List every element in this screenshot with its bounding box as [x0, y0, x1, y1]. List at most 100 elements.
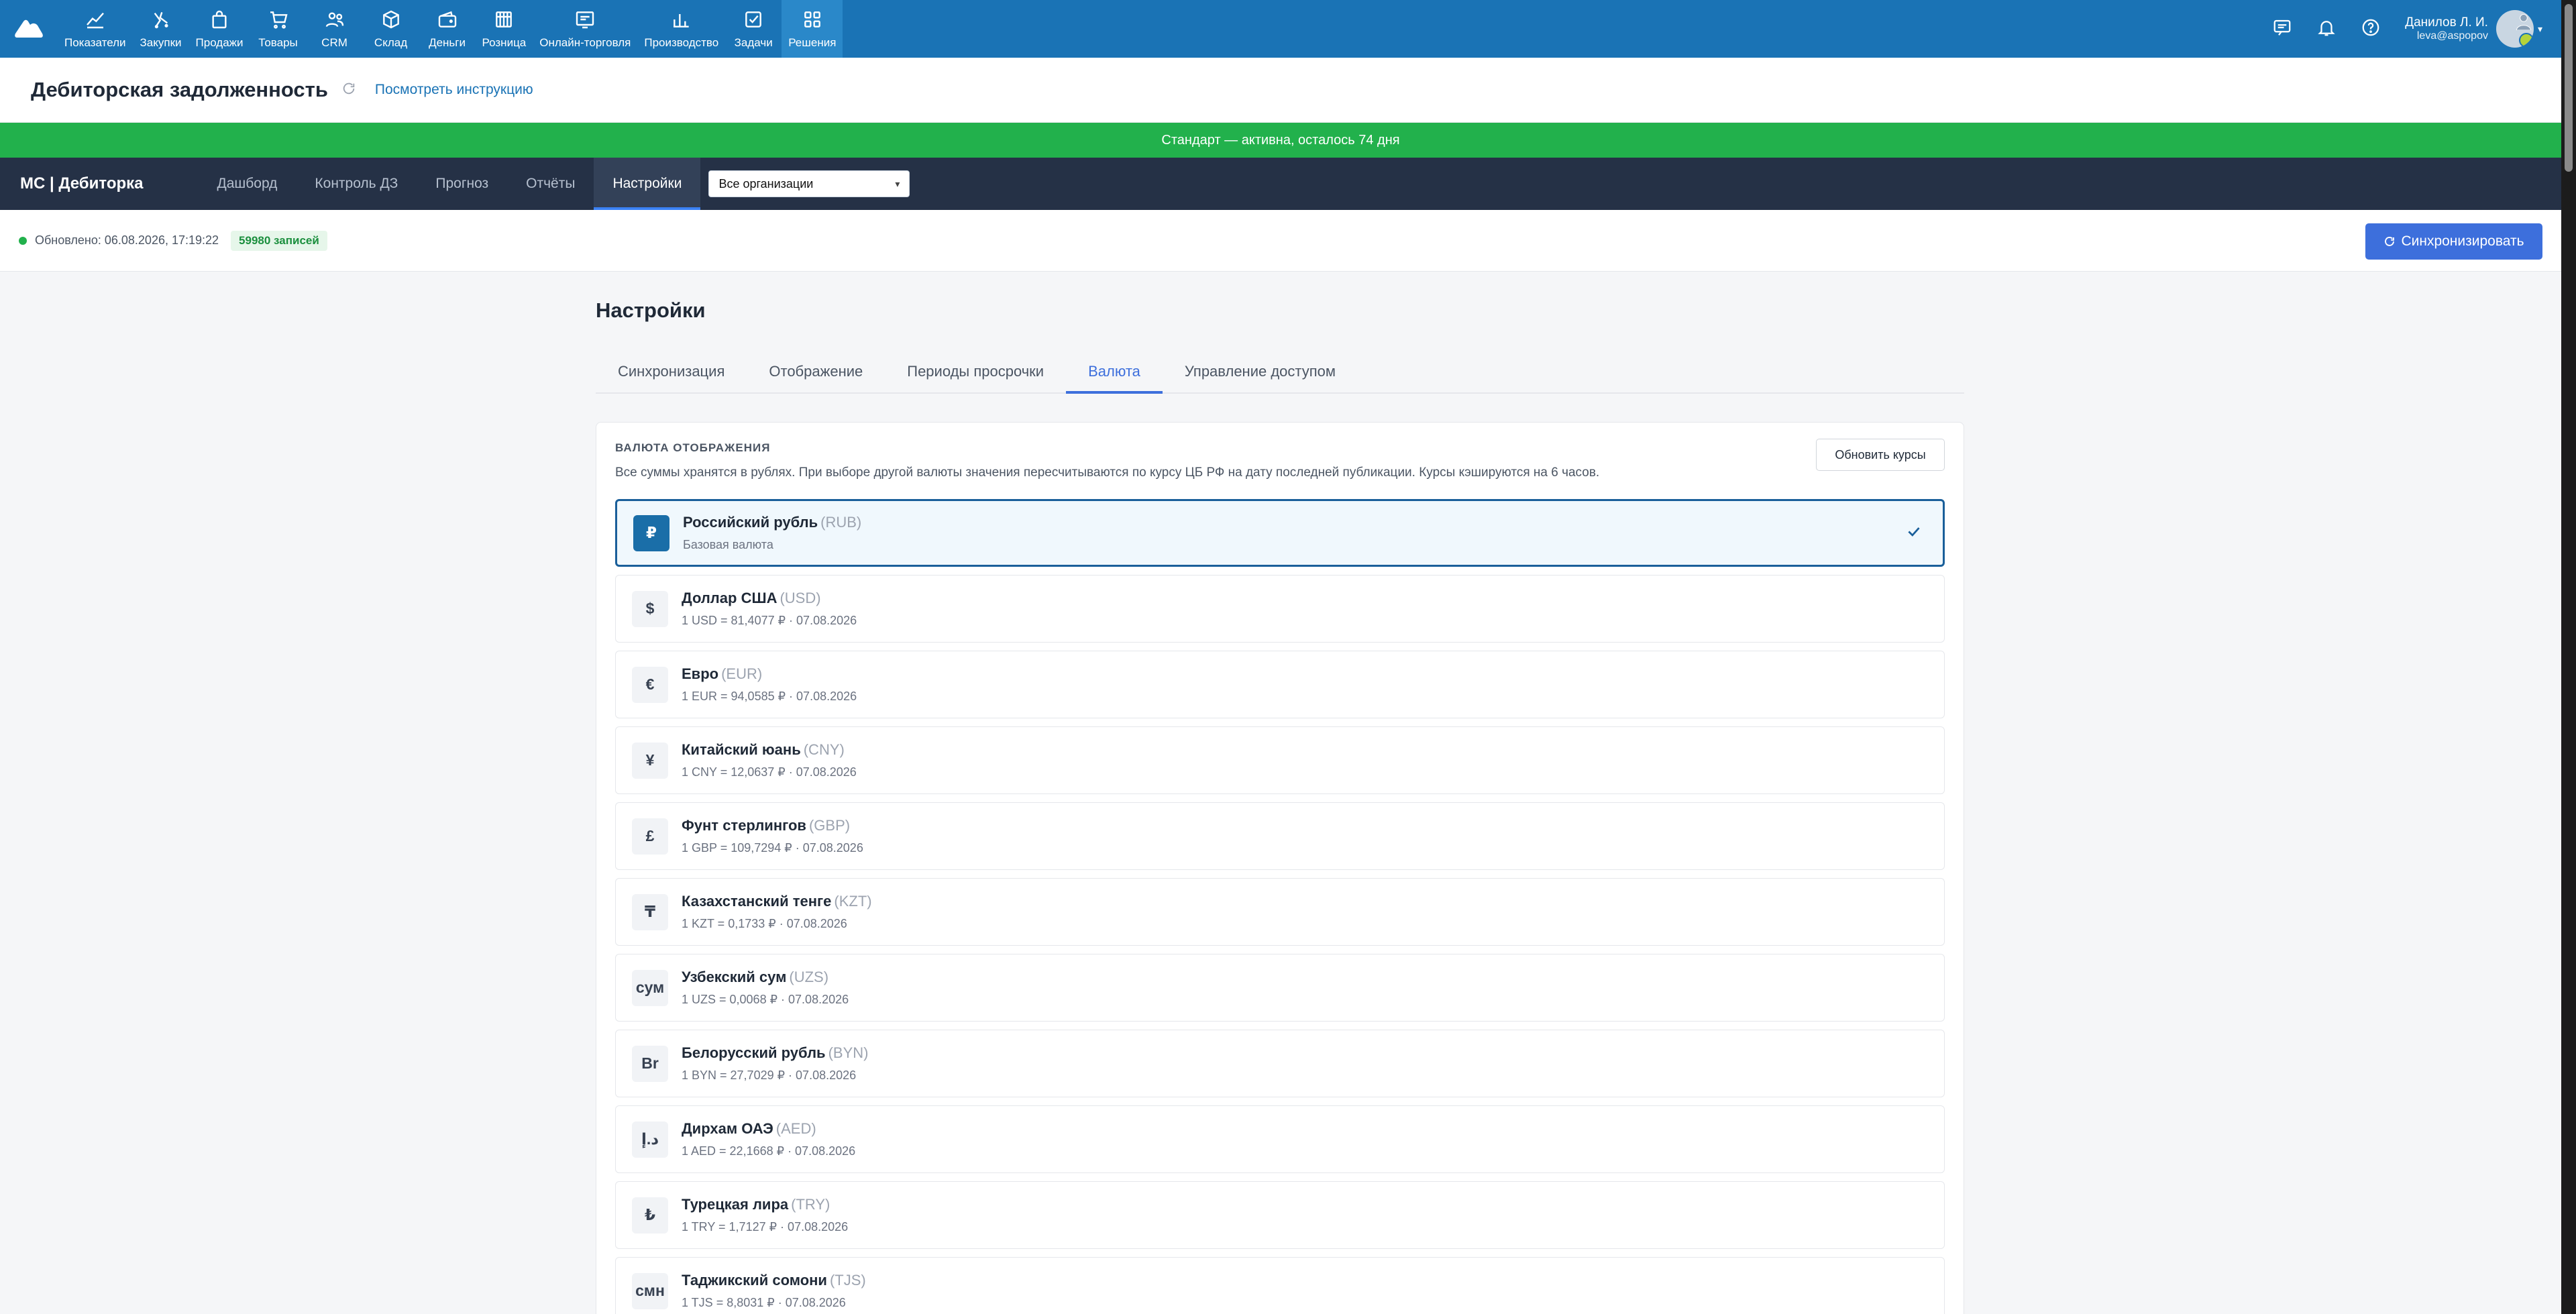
currency-name: Казахстанский тенге [682, 893, 832, 910]
settings-tab[interactable]: Валюта [1066, 351, 1163, 394]
organization-select-value: Все организации [718, 176, 814, 190]
nav-item-4[interactable]: CRM [307, 0, 363, 58]
currency-option[interactable]: € Евро (EUR) 1 EUR = 94,0585 ₽ · 07.08.2026 [615, 651, 1945, 718]
currency-symbol: £ [632, 818, 668, 855]
currency-rate: 1 AED = 22,1668 ₽ · 07.08.2026 [682, 1144, 856, 1158]
user-menu[interactable]: Данилов Л. И. leva@aspopov ▾ [2405, 10, 2542, 48]
scrollbar-thumb[interactable] [2565, 4, 2573, 172]
store-icon [493, 9, 515, 34]
currency-name: Дирхам ОАЭ [682, 1120, 773, 1137]
currency-code: (RUB) [820, 514, 862, 531]
nav-item-label: Решения [788, 36, 837, 49]
app-tab[interactable]: Отчёты [507, 158, 594, 210]
avatar[interactable] [2496, 10, 2534, 48]
currency-option[interactable]: смн Таджикский сомони (TJS) 1 TJS = 8,8031 … [615, 1257, 1945, 1314]
bag-icon [209, 9, 230, 34]
settings-tab[interactable]: Управление доступом [1163, 351, 1358, 392]
currency-name: Евро [682, 665, 719, 682]
currency-option[interactable]: ₺ Турецкая лира (TRY) 1 TRY = 1,7127 ₽ · 07… [615, 1181, 1945, 1249]
organization-select[interactable]: Все организации ▾ [708, 170, 910, 197]
nav-item-10[interactable]: Задачи [725, 0, 782, 58]
currency-code: (EUR) [721, 665, 763, 682]
currency-name-line: Дирхам ОАЭ (AED) [682, 1120, 855, 1138]
cart-icon [268, 9, 289, 34]
nav-item-label: Продажи [195, 36, 244, 49]
sync-icon [2385, 237, 2395, 246]
chevron-down-icon: ▾ [2537, 23, 2542, 34]
help-icon[interactable] [2361, 17, 2381, 41]
nav-item-0[interactable]: Показатели [58, 0, 133, 58]
users-icon [324, 9, 345, 34]
bell-icon[interactable] [2316, 17, 2337, 41]
sync-button-label: Синхронизировать [2401, 233, 2524, 249]
nav-item-label: Онлайн-торговля [539, 36, 631, 49]
currency-rate: 1 TJS = 8,8031 ₽ · 07.08.2026 [682, 1296, 846, 1309]
currency-name: Турецкая лира [682, 1196, 789, 1213]
check-icon [1905, 523, 1923, 543]
currency-option[interactable]: ₽ Российский рубль (RUB) Базовая валюта [615, 499, 1945, 567]
nav-item-2[interactable]: Продажи [189, 0, 250, 58]
settings-tab[interactable]: Синхронизация [596, 351, 747, 392]
checkbox-icon [743, 9, 764, 34]
update-rates-button[interactable]: Обновить курсы [1816, 439, 1945, 471]
settings-tab[interactable]: Периоды просрочки [885, 351, 1066, 392]
currency-name: Доллар США [682, 590, 777, 606]
currency-option[interactable]: ¥ Китайский юань (CNY) 1 CNY = 12,0637 ₽ · … [615, 726, 1945, 794]
currency-symbol: ₸ [632, 893, 668, 930]
currency-option[interactable]: сум Узбекский сум (UZS) 1 UZS = 0,0068 ₽ · … [615, 954, 1945, 1022]
currency-name: Белорусский рубль [682, 1044, 826, 1061]
app-tab[interactable]: Прогноз [417, 158, 507, 210]
currency-name-line: Таджикский сомони (TJS) [682, 1272, 866, 1289]
nav-item-label: Закупки [140, 36, 182, 49]
currency-section-label: ВАЛЮТА ОТОБРАЖЕНИЯ [615, 441, 771, 454]
currency-code: (BYN) [828, 1044, 869, 1061]
currency-option[interactable]: ₸ Казахстанский тенге (KZT) 1 KZT = 0,1733 … [615, 878, 1945, 946]
instruction-link[interactable]: Посмотреть инструкцию [375, 82, 533, 98]
records-badge: 59980 записей [231, 230, 327, 251]
nav-item-label: Товары [258, 36, 298, 49]
currency-code: (GBP) [808, 817, 851, 834]
nav-item-7[interactable]: Розница [476, 0, 533, 58]
purchases-icon [150, 9, 172, 34]
nav-item-8[interactable]: Онлайн-торговля [533, 0, 637, 58]
nav-item-label: Показатели [64, 36, 126, 49]
currency-rate: 1 EUR = 94,0585 ₽ · 07.08.2026 [682, 690, 857, 703]
app-tab[interactable]: Контроль ДЗ [296, 158, 417, 210]
currency-code: (TRY) [791, 1196, 830, 1213]
nav-item-label: Деньги [429, 36, 466, 49]
nav-item-1[interactable]: Закупки [133, 0, 189, 58]
currency-option[interactable]: $ Доллар США (USD) 1 USD = 81,4077 ₽ · 07.0… [615, 575, 1945, 643]
updated-text: Обновлено: 06.08.2026, 17:19:22 [35, 233, 219, 247]
currency-name-line: Узбекский сум (UZS) [682, 969, 849, 986]
currency-symbol: د.إ [632, 1121, 668, 1158]
currency-rate: 1 GBP = 109,7294 ₽ · 07.08.2026 [682, 841, 863, 855]
online-store-icon [574, 9, 596, 34]
app-tab[interactable]: Дашборд [199, 158, 297, 210]
currency-rate: 1 UZS = 0,0068 ₽ · 07.08.2026 [682, 993, 849, 1006]
currency-option[interactable]: £ Фунт стерлингов (GBP) 1 GBP = 109,7294 ₽ … [615, 802, 1945, 870]
nav-item-3[interactable]: Товары [250, 0, 307, 58]
user-name: Данилов Л. И. [2405, 15, 2488, 30]
currency-name-line: Евро (EUR) [682, 665, 857, 683]
currency-code: (TJS) [829, 1272, 866, 1289]
currency-name-line: Доллар США (USD) [682, 590, 857, 607]
status-bar: Обновлено: 06.08.2026, 17:19:22 59980 за… [0, 210, 2561, 272]
main-menu: Показатели Закупки Продажи Товары CRM Склад Де… [58, 0, 843, 58]
scrollbar[interactable] [2561, 0, 2576, 1314]
app-logo[interactable] [0, 0, 58, 58]
box-icon [380, 9, 402, 34]
currency-option[interactable]: د.إ Дирхам ОАЭ (AED) 1 AED = 22,1668 ₽ · 07… [615, 1105, 1945, 1173]
sync-button[interactable]: Синхронизировать [2365, 223, 2542, 260]
currency-option[interactable]: Br Белорусский рубль (BYN) 1 BYN = 27,7029 … [615, 1030, 1945, 1097]
currency-symbol: ¥ [632, 742, 668, 779]
settings-tab[interactable]: Отображение [747, 351, 885, 392]
nav-item-6[interactable]: Деньги [419, 0, 476, 58]
nav-item-9[interactable]: Производство [637, 0, 725, 58]
nav-item-11[interactable]: Решения [782, 0, 843, 58]
settings-tabs: Синхронизация Отображение Периоды просрочк… [596, 351, 1964, 394]
chat-icon[interactable] [2272, 17, 2292, 41]
status-dot [19, 236, 27, 245]
nav-item-5[interactable]: Склад [363, 0, 419, 58]
refresh-icon[interactable] [341, 81, 356, 99]
app-tab[interactable]: Настройки [594, 158, 701, 210]
